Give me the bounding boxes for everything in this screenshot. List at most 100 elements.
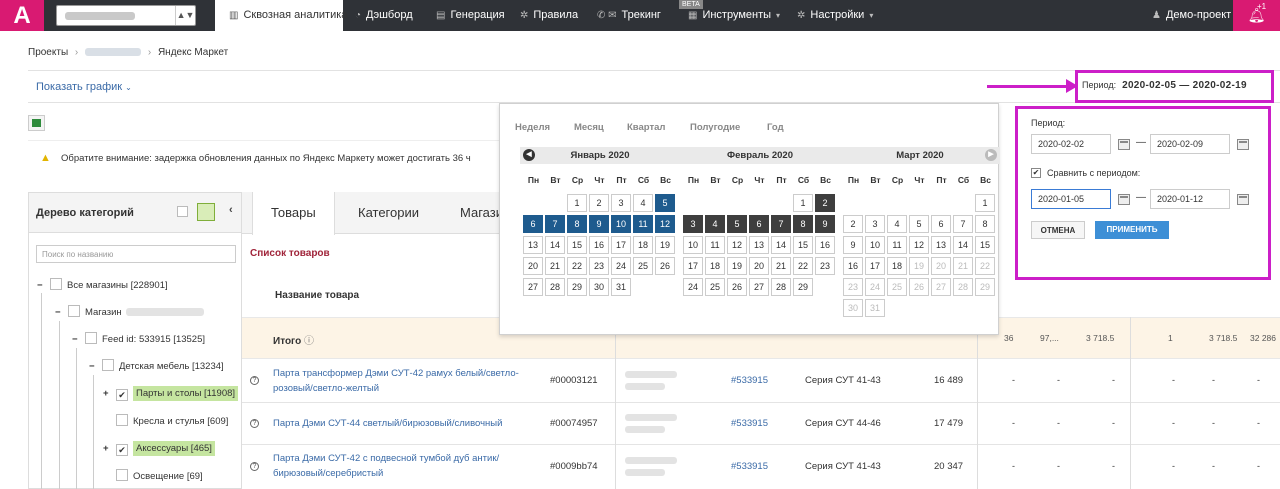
expand-icon[interactable]: + (103, 385, 112, 403)
product-name-link[interactable]: Парта трансформер Дэми СУТ-42 рамух белы… (273, 366, 523, 396)
calendar-day[interactable]: 28 (953, 278, 973, 296)
calendar-day[interactable]: 17 (865, 257, 885, 275)
calendar-day[interactable]: 13 (931, 236, 951, 254)
calendar-day[interactable]: 4 (633, 194, 653, 212)
product-name-link[interactable]: Парта Дэми СУТ-42 с подвесной тумбой дуб… (273, 451, 523, 481)
project-select[interactable]: ▲▼ (56, 5, 196, 26)
nav-item-analytics[interactable]: ▥ Сквозная аналитика (215, 0, 347, 31)
calendar-day[interactable]: 14 (545, 236, 565, 254)
tree-item-selected[interactable]: + ✔ Аксессуары [465] (103, 440, 215, 458)
calendar-day[interactable]: 5 (909, 215, 929, 233)
calendar-day[interactable]: 15 (793, 236, 813, 254)
table-row[interactable]: ? Парта трансформер Дэми СУТ-42 рамух бе… (242, 359, 1280, 403)
breadcrumb-project-redacted[interactable] (85, 48, 142, 57)
tree-checkbox[interactable] (50, 278, 62, 290)
app-logo[interactable]: A (0, 0, 44, 31)
calendar-day[interactable]: 21 (953, 257, 973, 275)
range-month[interactable]: Месяц (574, 122, 604, 133)
calendar-day[interactable]: 18 (633, 236, 653, 254)
breadcrumb-projects[interactable]: Проекты (28, 47, 68, 58)
tree-checkbox[interactable] (116, 414, 128, 426)
calendar-day[interactable]: 19 (909, 257, 929, 275)
calendar-day[interactable]: 1 (975, 194, 995, 212)
calendar-day[interactable]: 20 (523, 257, 543, 275)
tree-item[interactable]: − Детская мебель [13234] (89, 358, 224, 376)
calendar-day[interactable]: 22 (567, 257, 587, 275)
nav-item-dashboard[interactable]: ◔ Дэшборд (355, 0, 413, 31)
expand-tree-icon[interactable] (197, 203, 215, 221)
range-half-year[interactable]: Полугодие (690, 122, 740, 133)
tree-item-selected[interactable]: + ✔ Парты и столы [11908] (103, 385, 239, 403)
tab-categories[interactable]: Категории (340, 192, 437, 234)
calendar-day[interactable]: 9 (589, 215, 609, 233)
notifications-button[interactable]: 🔔︎ +1 (1233, 0, 1280, 31)
calendar-day[interactable]: 5 (655, 194, 675, 212)
tree-item[interactable]: − Все магазины [228901] (37, 277, 168, 295)
calendar-day[interactable]: 27 (931, 278, 951, 296)
calendar-day[interactable]: 6 (523, 215, 543, 233)
tree-checkbox-checked[interactable]: ✔ (116, 444, 128, 456)
calendar-day[interactable]: 27 (749, 278, 769, 296)
calendar-day[interactable]: 8 (975, 215, 995, 233)
calendar-day[interactable]: 3 (611, 194, 631, 212)
calendar-day[interactable]: 22 (975, 257, 995, 275)
calendar-day[interactable]: 7 (545, 215, 565, 233)
nav-item-settings[interactable]: ✲ Настройки ▾ (797, 0, 873, 31)
calendar-day[interactable]: 30 (589, 278, 609, 296)
calendar-day[interactable]: 6 (749, 215, 769, 233)
tree-item[interactable]: Освещение [69] (116, 468, 203, 486)
calendar-day[interactable]: 31 (611, 278, 631, 296)
demo-project-link[interactable]: ♟ Демо-проект (1152, 0, 1231, 31)
calendar-day[interactable]: 20 (749, 257, 769, 275)
calendar-day[interactable]: 10 (683, 236, 703, 254)
calendar-day[interactable]: 19 (727, 257, 747, 275)
calendar-day[interactable]: 24 (611, 257, 631, 275)
calendar-day[interactable]: 26 (727, 278, 747, 296)
calendar-day[interactable]: 18 (705, 257, 725, 275)
calendar-day[interactable]: 26 (655, 257, 675, 275)
calendar-day[interactable]: 11 (705, 236, 725, 254)
calendar-day[interactable]: 12 (727, 236, 747, 254)
range-year[interactable]: Год (767, 122, 784, 133)
calendar-day[interactable]: 7 (953, 215, 973, 233)
calendar-day[interactable]: 25 (887, 278, 907, 296)
help-icon[interactable]: ⓘ (304, 336, 314, 347)
nav-item-generation[interactable]: ▤ Генерация (436, 0, 505, 31)
calendar-day[interactable]: 16 (843, 257, 863, 275)
table-row[interactable]: ? Парта Дэми СУТ-44 светлый/бирюзовый/сл… (242, 403, 1280, 445)
feed-link[interactable]: #533915 (731, 461, 768, 472)
collapse-icon[interactable]: − (55, 304, 64, 322)
expand-icon[interactable]: + (103, 440, 112, 458)
calendar-day[interactable]: 8 (793, 215, 813, 233)
calendar-day[interactable]: 12 (909, 236, 929, 254)
calendar-day[interactable]: 24 (865, 278, 885, 296)
tree-checkbox-checked[interactable]: ✔ (116, 389, 128, 401)
calendar-day[interactable]: 15 (567, 236, 587, 254)
calendar-day[interactable]: 19 (655, 236, 675, 254)
range-quarter[interactable]: Квартал (627, 122, 665, 133)
collapse-icon[interactable]: − (37, 277, 46, 295)
help-icon[interactable]: ? (250, 419, 259, 428)
calendar-day[interactable]: 18 (887, 257, 907, 275)
calendar-day[interactable]: 11 (633, 215, 653, 233)
calendar-day[interactable]: 16 (589, 236, 609, 254)
calendar-day[interactable]: 23 (843, 278, 863, 296)
product-name-link[interactable]: Парта Дэми СУТ-44 светлый/бирюзовый/слив… (273, 416, 523, 431)
collapse-panel-icon[interactable]: ‹ (229, 204, 233, 216)
calendar-day[interactable]: 10 (865, 236, 885, 254)
column-header-name[interactable]: Название товара (275, 290, 359, 301)
next-month-icon[interactable]: ▶ (985, 149, 997, 161)
calendar-day[interactable]: 7 (771, 215, 791, 233)
feed-link[interactable]: #533915 (731, 375, 768, 386)
tree-search-input[interactable]: Поиск по названию (36, 245, 236, 263)
calendar-day[interactable]: 4 (887, 215, 907, 233)
calendar-day[interactable]: 12 (655, 215, 675, 233)
nav-item-rules[interactable]: ✲ Правила (520, 0, 578, 31)
show-chart-toggle[interactable]: Показать график ⌄ (36, 81, 132, 93)
calendar-day[interactable]: 25 (705, 278, 725, 296)
calendar-day[interactable]: 2 (815, 194, 835, 212)
calendar-day[interactable]: 16 (815, 236, 835, 254)
calendar-day[interactable]: 31 (865, 299, 885, 317)
help-icon[interactable]: ? (250, 376, 259, 385)
calendar-day[interactable]: 17 (683, 257, 703, 275)
